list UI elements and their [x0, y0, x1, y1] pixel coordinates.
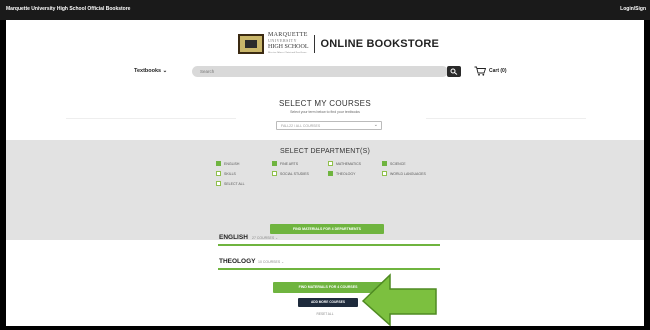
checkbox-icon [382, 171, 387, 176]
store-title: ONLINE BOOKSTORE [320, 38, 440, 50]
checkbox-icon [216, 171, 221, 176]
course-count-text: 10 COURSES [258, 260, 281, 264]
cart-icon [474, 66, 486, 76]
checkbox-icon [382, 161, 387, 166]
chevron-down-icon: ⌄ [373, 122, 378, 128]
checkbox-icon [328, 171, 333, 176]
checkbox-icon [216, 181, 221, 186]
department-checkbox-english[interactable]: ENGLISH [216, 161, 239, 166]
department-checkbox-theology[interactable]: THEOLOGY [328, 171, 355, 176]
department-checkbox-mathematics[interactable]: MATHEMATICS [328, 161, 361, 166]
school-name: MARQUETTE UNIVERSITY HIGH SCHOOL Men for… [268, 32, 309, 56]
store-logo[interactable]: MARQUETTE UNIVERSITY HIGH SCHOOL Men for… [238, 32, 439, 56]
department-checkbox-world-languages[interactable]: WORLD LANGUAGES [382, 171, 426, 176]
checkbox-icon [216, 161, 221, 166]
department-checkbox-fine-arts[interactable]: FINE ARTS [272, 161, 298, 166]
department-checkbox-skills[interactable]: SKILLS [216, 171, 236, 176]
checkbox-icon [272, 171, 277, 176]
textbooks-menu[interactable]: Textbooks ⌄ [134, 68, 167, 74]
department-label: SCIENCE [390, 161, 406, 166]
checkbox-icon [328, 161, 333, 166]
department-panel: SELECT DEPARTMENT(S) ENGLISH FINE ARTS M… [6, 140, 644, 240]
chevron-down-icon: ⌄ [162, 68, 168, 74]
login-link[interactable]: Login/Sign [620, 6, 646, 12]
search-placeholder: Search [200, 69, 215, 74]
page-content: MARQUETTE UNIVERSITY HIGH SCHOOL Men for… [6, 20, 644, 326]
department-label: SELECT ALL [224, 181, 245, 186]
nav-row: Textbooks ⌄ Search Cart (0) [134, 66, 534, 78]
cart-link[interactable]: Cart (0) [474, 66, 507, 76]
select-departments-title: SELECT DEPARTMENT(S) [280, 148, 370, 155]
divider [426, 118, 586, 119]
department-label: ENGLISH [224, 161, 240, 166]
term-select-value: FALL22 / ALL COURSES [281, 124, 321, 128]
cart-label: Cart (0) [489, 68, 507, 74]
subject-course-count: 10 COURSES ⌄ [258, 260, 285, 264]
department-checkbox-social-studies[interactable]: SOCIAL STUDIES [272, 171, 309, 176]
subject-row-english[interactable]: ENGLISH 27 COURSES ⌄ [218, 232, 440, 246]
department-label: SOCIAL STUDIES [280, 171, 309, 176]
search-button[interactable] [447, 66, 461, 77]
department-label: FINE ARTS [280, 161, 299, 166]
pointer-arrow-icon [361, 273, 437, 326]
school-tagline: Men for Others. Christ and Excellence. [268, 51, 308, 54]
logo-divider [313, 35, 315, 53]
subject-name: THEOLOGY [219, 258, 256, 265]
school-crest-icon [238, 34, 264, 54]
course-count-text: 27 COURSES [252, 236, 275, 240]
checkbox-icon [272, 161, 277, 166]
term-select[interactable]: FALL22 / ALL COURSES ⌄ [276, 121, 382, 130]
top-bar: Marquette University High School Officia… [0, 0, 650, 20]
reset-link[interactable]: RESET ALL [6, 312, 644, 316]
select-courses-title: SELECT MY COURSES [279, 99, 371, 108]
department-label: THEOLOGY [336, 171, 356, 176]
add-more-courses-button[interactable]: ADD MORE COURSES [298, 298, 358, 307]
browser-frame: Marquette University High School Officia… [0, 0, 650, 330]
textbooks-label: Textbooks [134, 68, 162, 74]
subject-course-count: 27 COURSES ⌄ [252, 236, 279, 240]
select-courses-subtitle: Select your term below to find your text… [290, 110, 360, 114]
search-input[interactable]: Search [192, 66, 448, 77]
subject-row-theology[interactable]: THEOLOGY 10 COURSES ⌄ [218, 256, 440, 270]
department-label: WORLD LANGUAGES [390, 171, 426, 176]
divider [66, 118, 236, 119]
site-name[interactable]: Marquette University High School Officia… [6, 6, 130, 12]
department-label: SKILLS [224, 171, 236, 176]
search-icon [450, 68, 458, 75]
department-checkbox-select-all[interactable]: SELECT ALL [216, 181, 245, 186]
department-checkbox-science[interactable]: SCIENCE [382, 161, 406, 166]
subject-name: ENGLISH [219, 234, 248, 241]
department-label: MATHEMATICS [336, 161, 361, 166]
